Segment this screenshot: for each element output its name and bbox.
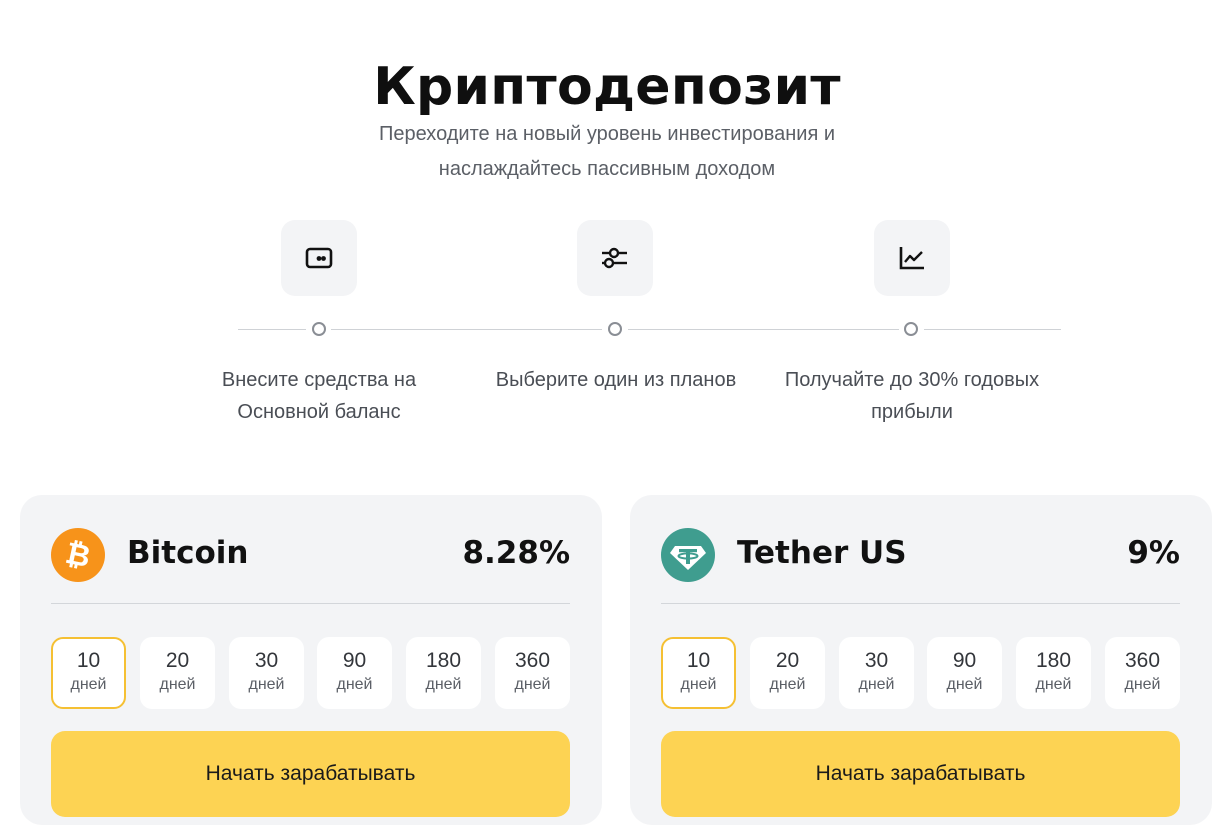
- step-2-text: Выберите один из планов: [495, 369, 737, 391]
- period-option-10[interactable]: 10 дней: [661, 637, 736, 709]
- period-selector: 10 дней 20 дней 30 дней 90 дней 180 дней…: [51, 637, 570, 709]
- deposit-card-tether: Tether US 9% 10 дней 20 дней 30 дней 90 …: [630, 495, 1212, 825]
- step-2-icon-box: [577, 220, 653, 296]
- period-option-30[interactable]: 30 дней: [839, 637, 914, 709]
- period-selector: 10 дней 20 дней 30 дней 90 дней 180 дней…: [661, 637, 1180, 709]
- timeline-dot: [904, 322, 918, 336]
- timeline-line: [331, 329, 602, 330]
- period-option-90[interactable]: 90 дней: [317, 637, 392, 709]
- tether-icon: [661, 528, 715, 582]
- deposit-card-bitcoin: ₿ Bitcoin 8.28% 10 дней 20 дней 30 дней …: [20, 495, 602, 825]
- timeline-dot: [608, 322, 622, 336]
- period-option-360[interactable]: 360 дней: [495, 637, 570, 709]
- period-option-90[interactable]: 90 дней: [927, 637, 1002, 709]
- period-option-20[interactable]: 20 дней: [750, 637, 825, 709]
- timeline-line: [924, 329, 1061, 330]
- timeline-line: [628, 329, 899, 330]
- tether-glyph: [670, 546, 706, 570]
- bitcoin-icon: ₿: [51, 528, 105, 582]
- period-option-20[interactable]: 20 дней: [140, 637, 215, 709]
- step-3-icon-box: [874, 220, 950, 296]
- timeline-dot: [312, 322, 326, 336]
- card-divider: [661, 603, 1180, 604]
- svg-text:₿: ₿: [62, 536, 93, 575]
- step-1-icon-box: [281, 220, 357, 296]
- period-option-360[interactable]: 360 дней: [1105, 637, 1180, 709]
- chart-icon: [899, 247, 924, 270]
- coin-name: Bitcoin: [127, 535, 249, 571]
- sliders-icon: [602, 247, 627, 269]
- period-option-30[interactable]: 30 дней: [229, 637, 304, 709]
- bitcoin-glyph: ₿: [62, 536, 93, 575]
- period-option-10[interactable]: 10 дней: [51, 637, 126, 709]
- card-divider: [51, 603, 570, 604]
- period-option-180[interactable]: 180 дней: [1016, 637, 1091, 709]
- wallet-icon: [305, 247, 333, 269]
- coin-rate: 9%: [1127, 535, 1180, 571]
- coin-name: Tether US: [737, 535, 907, 571]
- steps-timeline: Внесите средства на Основной баланс Выбе…: [0, 0, 1214, 470]
- step-1-text: Внесите средства на Основной баланс: [221, 369, 417, 423]
- start-earning-button[interactable]: Начать зарабатывать: [51, 731, 570, 817]
- timeline-line: [238, 329, 306, 330]
- start-earning-button[interactable]: Начать зарабатывать: [661, 731, 1180, 817]
- coin-rate: 8.28%: [462, 535, 570, 571]
- period-option-180[interactable]: 180 дней: [406, 637, 481, 709]
- step-3-text: Получайте до 30% годовых прибыли: [784, 369, 1040, 423]
